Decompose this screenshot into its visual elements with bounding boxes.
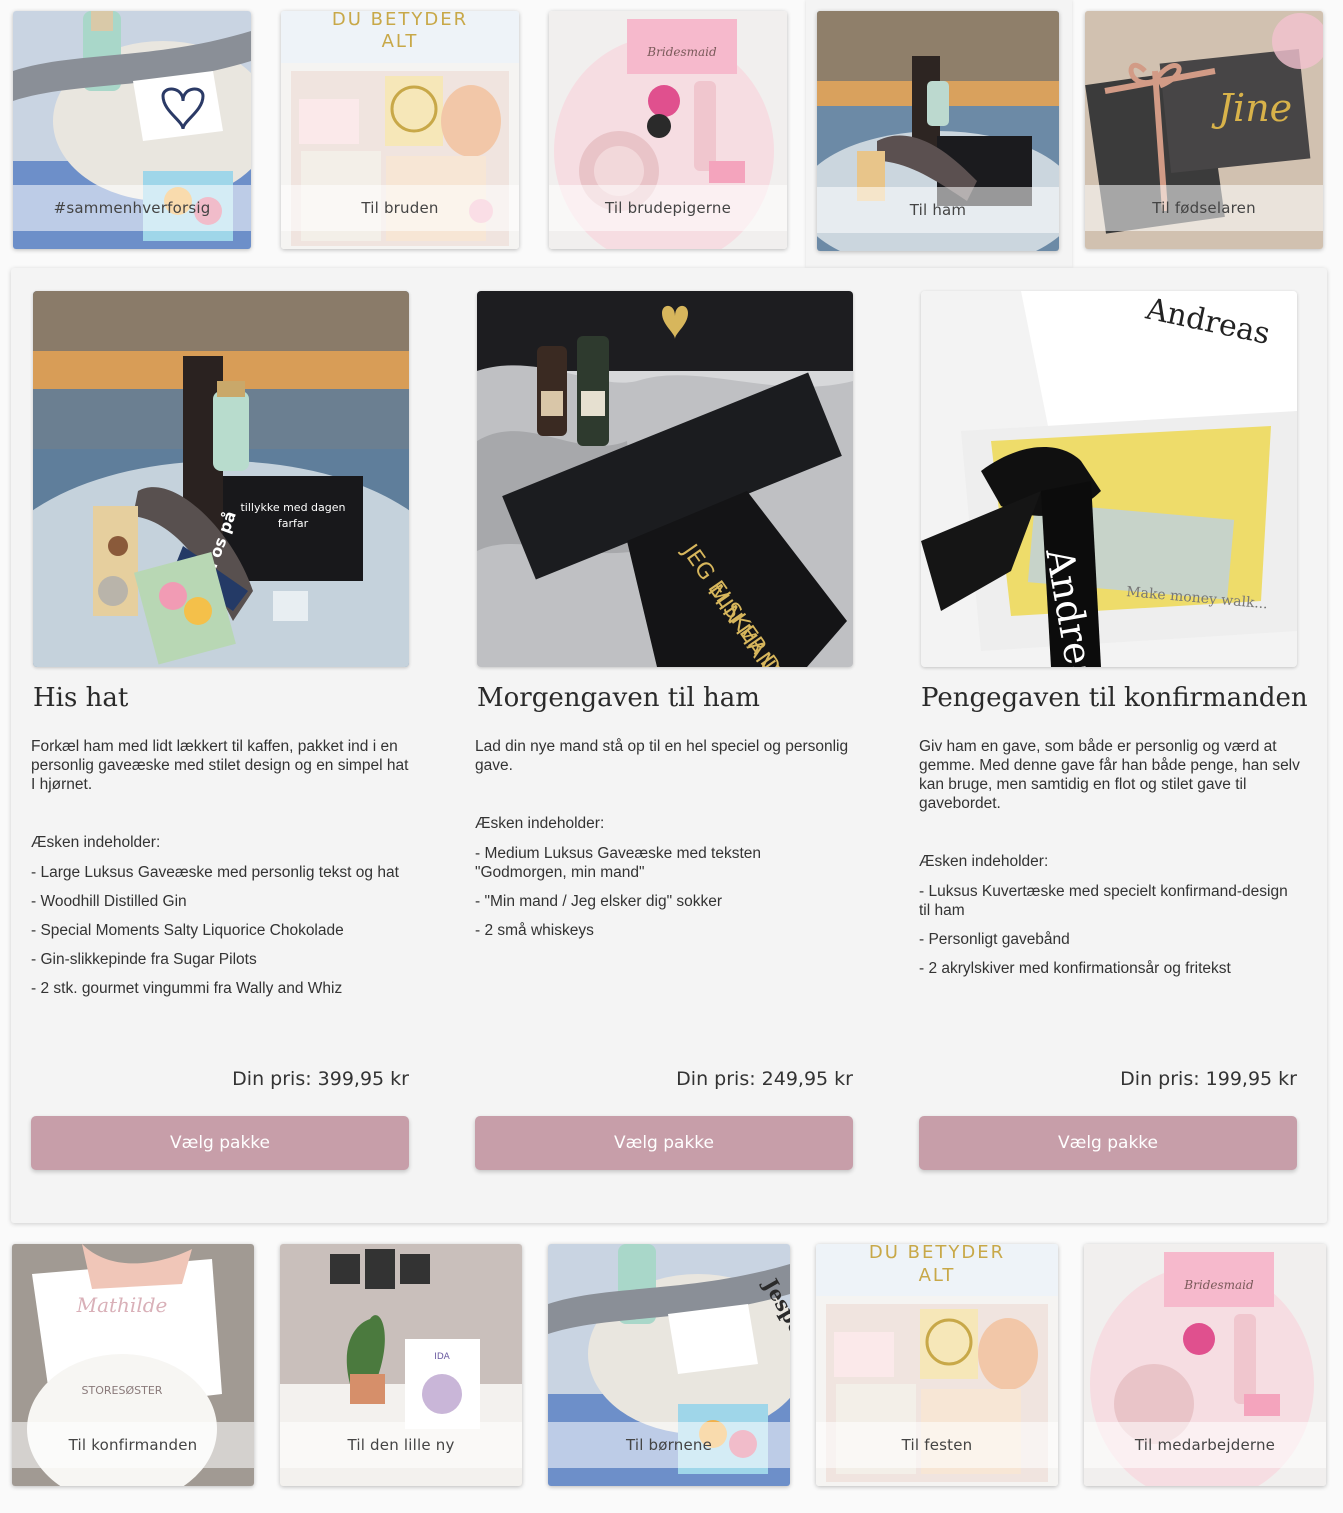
ida-text: IDA [434, 1352, 450, 1362]
product-description: Lad din nye mand stå op til en hel speci… [475, 738, 849, 774]
choose-package-button[interactable]: Vælg pakke [475, 1116, 853, 1170]
choose-package-button[interactable]: Vælg pakke [31, 1116, 409, 1170]
product-price: Din pris: 399,95 kr [232, 1068, 409, 1090]
du-betyder-text: DU BETYDER [332, 11, 468, 30]
product-panel: tillykke med dagen farfar Fra os på His … [11, 268, 1327, 1223]
du-betyder-text: DU BETYDER [869, 1244, 1005, 1263]
category-tile-til-bornene[interactable]: Jesper Til børnene [548, 1244, 790, 1486]
category-label: Til fødselaren [1085, 185, 1323, 231]
category-label: Til festen [816, 1422, 1058, 1468]
contents-list: - Luksus Kuvertæske med specielt konfirm… [919, 882, 1289, 988]
list-item: - 2 akrylskiver med konfirmationsår og f… [919, 960, 1231, 977]
category-label: Til konfirmanden [12, 1422, 254, 1468]
contents-label: Æsken indeholder: [919, 853, 1049, 870]
category-tile-til-brudepigerne[interactable]: Bridesmaid Til brudepigerne [549, 11, 787, 249]
product-image: Andreas Make money walk... Andreas [921, 291, 1297, 667]
bridesmaid-card-text: Bridesmaid [1183, 1278, 1254, 1292]
category-tile-til-den-lille-ny[interactable]: IDA Til den lille ny [280, 1244, 522, 1486]
category-label: Til bruden [281, 185, 519, 231]
svg-text:tillykke med dagen: tillykke med dagen [240, 501, 345, 514]
category-tile-til-fodselaren[interactable]: Jine Til fødselaren [1085, 11, 1323, 249]
contents-list: - Large Luksus Gaveæske med personlig te… [31, 863, 401, 1008]
storesoster-text: STORESØSTER [82, 1384, 163, 1397]
product-image: MIN MAND JEG ELSKER DIG [477, 291, 853, 667]
list-item: - Personligt gavebånd [919, 931, 1070, 948]
category-label: Til ham [817, 187, 1059, 233]
category-label: Til børnene [548, 1422, 790, 1468]
bottom-category-row: Mathilde STORESØSTER Til konfirmanden ID… [0, 1236, 1343, 1513]
top-category-row: #sammenhverforsig DU BETYDER ALT Til bru… [0, 0, 1343, 268]
alt-text: ALT [919, 1265, 956, 1286]
list-item: - Woodhill Distilled Gin [31, 893, 187, 910]
contents-label: Æsken indeholder: [31, 834, 161, 851]
product-price: Din pris: 249,95 kr [676, 1068, 853, 1090]
list-item: - Medium Luksus Gaveæske med teksten "Go… [475, 845, 762, 881]
category-label: #sammenhverforsig [13, 185, 251, 231]
list-item: - Gin-slikkepinde fra Sugar Pilots [31, 951, 257, 968]
list-item: - 2 stk. gourmet vingummi fra Wally and … [31, 980, 343, 997]
category-tile-til-medarbejderne[interactable]: Bridesmaid Til medarbejderne [1084, 1244, 1326, 1486]
alt-text: ALT [382, 31, 419, 52]
list-item: - "Min mand / Jeg elsker dig" sokker [475, 893, 723, 910]
product-title: Pengegaven til konfirmanden [921, 683, 1308, 713]
product-title: Morgengaven til ham [477, 683, 760, 713]
category-label: Til medarbejderne [1084, 1422, 1326, 1468]
product-description: Giv ham en gave, som både er personlig o… [919, 738, 1300, 812]
bridesmaid-card-text: Bridesmaid [646, 45, 717, 59]
morning-gift-photo: MIN MAND JEG ELSKER DIG [477, 291, 853, 667]
his-hat-photo: tillykke med dagen farfar Fra os på [33, 291, 409, 667]
svg-text:Mathilde: Mathilde [76, 1293, 168, 1317]
category-tile-til-bruden[interactable]: DU BETYDER ALT Til bruden [281, 11, 519, 249]
product-price: Din pris: 199,95 kr [1120, 1068, 1297, 1090]
list-item: - Luksus Kuvertæske med specielt konfirm… [919, 883, 1288, 919]
product-description: Forkæl ham med lidt lækkert til kaffen, … [31, 738, 409, 793]
category-label: Til brudepigerne [549, 185, 787, 231]
product-title: His hat [33, 683, 129, 713]
jine-text: Jine [1211, 86, 1292, 130]
category-label: Til den lille ny [280, 1422, 522, 1468]
category-tile-sammenhverforsig[interactable]: #sammenhverforsig [13, 11, 251, 249]
category-tile-til-festen[interactable]: DU BETYDER ALT Til festen [816, 1244, 1058, 1486]
list-item: - Large Luksus Gaveæske med personlig te… [31, 864, 399, 881]
contents-list: - Medium Luksus Gaveæske med teksten "Go… [475, 844, 845, 950]
svg-text:farfar: farfar [278, 517, 309, 530]
list-item: - 2 små whiskeys [475, 922, 594, 939]
contents-label: Æsken indeholder: [475, 815, 605, 832]
category-tile-til-konfirmanden[interactable]: Mathilde STORESØSTER Til konfirmanden [12, 1244, 254, 1486]
category-tile-til-ham[interactable]: Til ham [817, 11, 1059, 251]
list-item: - Special Moments Salty Liquorice Chokol… [31, 922, 344, 939]
money-gift-photo: Andreas Make money walk... Andreas [921, 291, 1297, 667]
choose-package-button[interactable]: Vælg pakke [919, 1116, 1297, 1170]
product-image: tillykke med dagen farfar Fra os på [33, 291, 409, 667]
